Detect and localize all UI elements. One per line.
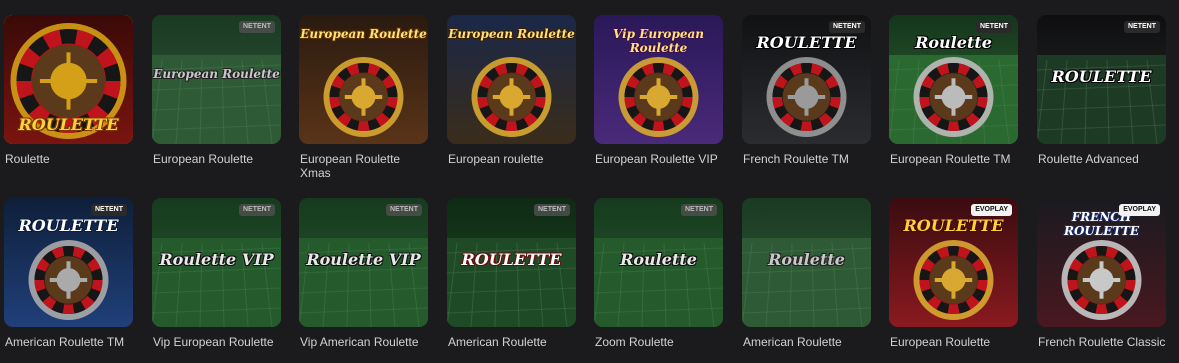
roulette-wheel-icon [889, 198, 1018, 327]
roulette-wheel-icon [594, 15, 723, 144]
game-tile[interactable]: ROULETTE NETENT Roulette Advanced [1037, 15, 1166, 166]
roulette-wheel-icon [299, 15, 428, 144]
table-felt-icon [594, 198, 723, 327]
game-title[interactable]: French Roulette TM [742, 152, 871, 166]
game-tile[interactable]: ROULETTE NETENT American Roulette [447, 198, 576, 349]
game-thumbnail[interactable]: FRENCH ROULETTE EVOPLAY [1037, 198, 1166, 327]
game-title[interactable]: European Roulette VIP [594, 152, 723, 166]
game-title[interactable]: European Roulette [889, 335, 1018, 349]
provider-badge: EVOPLAY [971, 204, 1012, 216]
game-title[interactable]: Roulette [4, 152, 133, 166]
game-thumbnail[interactable]: ROULETTE NETENT [447, 198, 576, 327]
game-title[interactable]: Zoom Roulette [594, 335, 723, 349]
game-tile[interactable]: ROULETTE NETENT American Roulette TM [4, 198, 133, 349]
game-thumbnail[interactable]: Roulette NETENT [594, 198, 723, 327]
game-thumbnail[interactable]: European Roulette NETENT [152, 15, 281, 144]
game-title[interactable]: American Roulette [742, 335, 871, 349]
game-tile[interactable]: Roulette NETENT Zoom Roulette [594, 198, 723, 349]
provider-badge: NETENT [1124, 21, 1160, 33]
game-thumbnail[interactable]: ROULETTE EVOPLAY [889, 198, 1018, 327]
provider-badge: NETENT [91, 204, 127, 216]
game-thumbnail[interactable]: Roulette [742, 198, 871, 327]
game-thumbnail[interactable]: ROULETTE NETENT [742, 15, 871, 144]
game-title[interactable]: French Roulette Classic [1037, 335, 1166, 349]
game-title[interactable]: American Roulette [447, 335, 576, 349]
roulette-wheel-icon [1037, 198, 1166, 327]
game-tile[interactable]: European Roulette European Roulette Xmas [299, 15, 428, 180]
roulette-wheel-icon [447, 15, 576, 144]
game-tile[interactable]: Roulette NETENT European Roulette TM [889, 15, 1018, 166]
roulette-wheel-icon [889, 15, 1018, 144]
game-grid: ROULETTE Roulette European Roulette NETENT… [0, 0, 1179, 363]
provider-badge: NETENT [976, 21, 1012, 33]
game-title[interactable]: European Roulette Xmas [299, 152, 428, 180]
provider-badge: EVOPLAY [1119, 204, 1160, 216]
game-title[interactable]: European Roulette TM [889, 152, 1018, 166]
game-thumbnail[interactable]: ROULETTE NETENT [4, 198, 133, 327]
game-title[interactable]: European roulette [447, 152, 576, 166]
game-title[interactable]: Roulette Advanced [1037, 152, 1166, 166]
provider-badge: NETENT [239, 21, 275, 33]
game-tile[interactable]: Roulette VIP NETENT Vip European Roulette [152, 198, 281, 349]
table-felt-icon [299, 198, 428, 327]
roulette-wheel-icon [1037, 15, 1166, 144]
roulette-wheel-icon [742, 15, 871, 144]
roulette-wheel-icon [4, 198, 133, 327]
game-tile[interactable]: European Roulette European roulette [447, 15, 576, 166]
table-felt-icon [447, 198, 576, 327]
provider-badge: NETENT [534, 204, 570, 216]
game-thumbnail[interactable]: Roulette NETENT [889, 15, 1018, 144]
provider-badge: NETENT [829, 21, 865, 33]
game-thumbnail[interactable]: Roulette VIP NETENT [152, 198, 281, 327]
game-thumbnail[interactable]: ROULETTE [4, 15, 133, 144]
roulette-wheel-icon [4, 15, 133, 144]
provider-badge: NETENT [239, 204, 275, 216]
game-thumbnail[interactable]: Vip European Roulette [594, 15, 723, 144]
game-title[interactable]: European Roulette [152, 152, 281, 166]
game-title[interactable]: Vip European Roulette [152, 335, 281, 349]
game-thumbnail[interactable]: European Roulette [447, 15, 576, 144]
provider-badge: NETENT [386, 204, 422, 216]
game-tile[interactable]: ROULETTE NETENT French Roulette TM [742, 15, 871, 166]
table-felt-icon [152, 198, 281, 327]
game-tile[interactable]: Roulette VIP NETENT Vip American Roulette [299, 198, 428, 349]
game-thumbnail[interactable]: ROULETTE NETENT [1037, 15, 1166, 144]
game-thumbnail[interactable]: Roulette VIP NETENT [299, 198, 428, 327]
game-tile[interactable]: FRENCH ROULETTE EVOPLAY French Roulette Cl… [1037, 198, 1166, 349]
game-title[interactable]: Vip American Roulette [299, 335, 428, 349]
provider-badge: NETENT [681, 204, 717, 216]
game-title[interactable]: American Roulette TM [4, 335, 133, 349]
game-thumbnail[interactable]: European Roulette [299, 15, 428, 144]
game-tile[interactable]: European Roulette NETENT European Roulette [152, 15, 281, 166]
table-felt-icon [742, 198, 871, 327]
game-tile[interactable]: Vip European Roulette European Roulette V… [594, 15, 723, 166]
game-tile[interactable]: ROULETTE EVOPLAY European Roulette [889, 198, 1018, 349]
game-tile[interactable]: ROULETTE Roulette [4, 15, 133, 166]
table-felt-icon [152, 15, 281, 144]
game-tile[interactable]: Roulette American Roulette [742, 198, 871, 349]
